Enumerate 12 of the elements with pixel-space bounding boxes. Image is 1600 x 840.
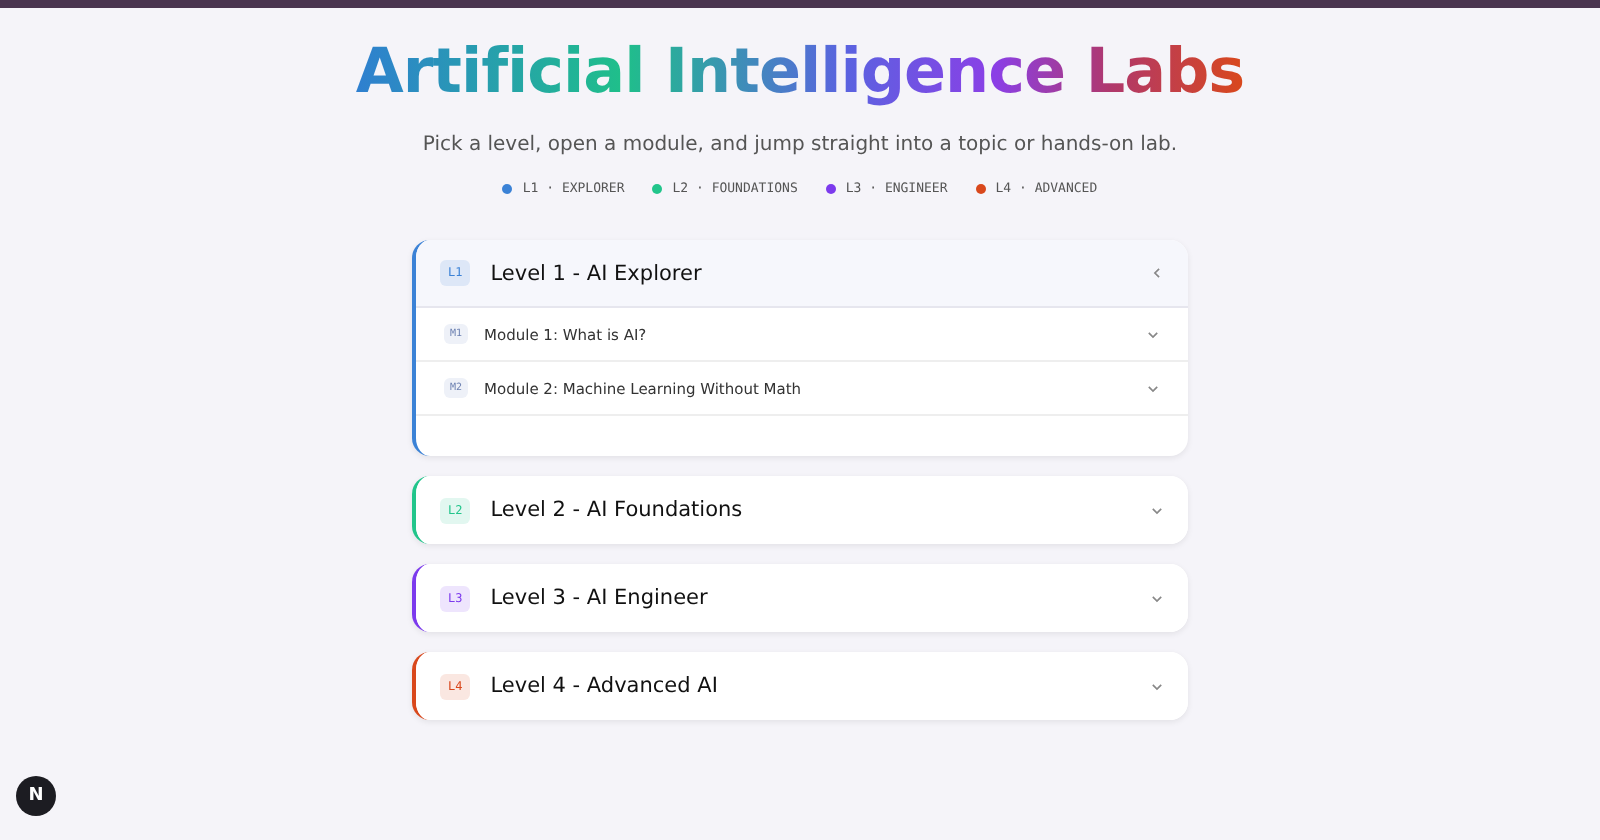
dev-badge[interactable]: N <box>16 776 56 816</box>
chevron-down-icon <box>1150 503 1164 518</box>
level-title: Level 2 - AI Foundations <box>490 498 745 523</box>
chevron-down-icon <box>1146 327 1160 342</box>
chevron-down-icon <box>1150 679 1164 694</box>
level-title: Level 1 - AI Explorer <box>490 261 704 286</box>
chevron-left-icon <box>1150 266 1164 281</box>
level-title: Level 4 - Advanced AI <box>490 674 720 699</box>
level-title: Level 3 - AI Engineer <box>490 586 710 611</box>
chevron-down-icon <box>1146 381 1160 396</box>
page-subtitle: Pick a level, open a module, and jump straight into a topic or hands-on lab. <box>422 134 1178 157</box>
chevron-down-icon <box>1150 591 1164 606</box>
